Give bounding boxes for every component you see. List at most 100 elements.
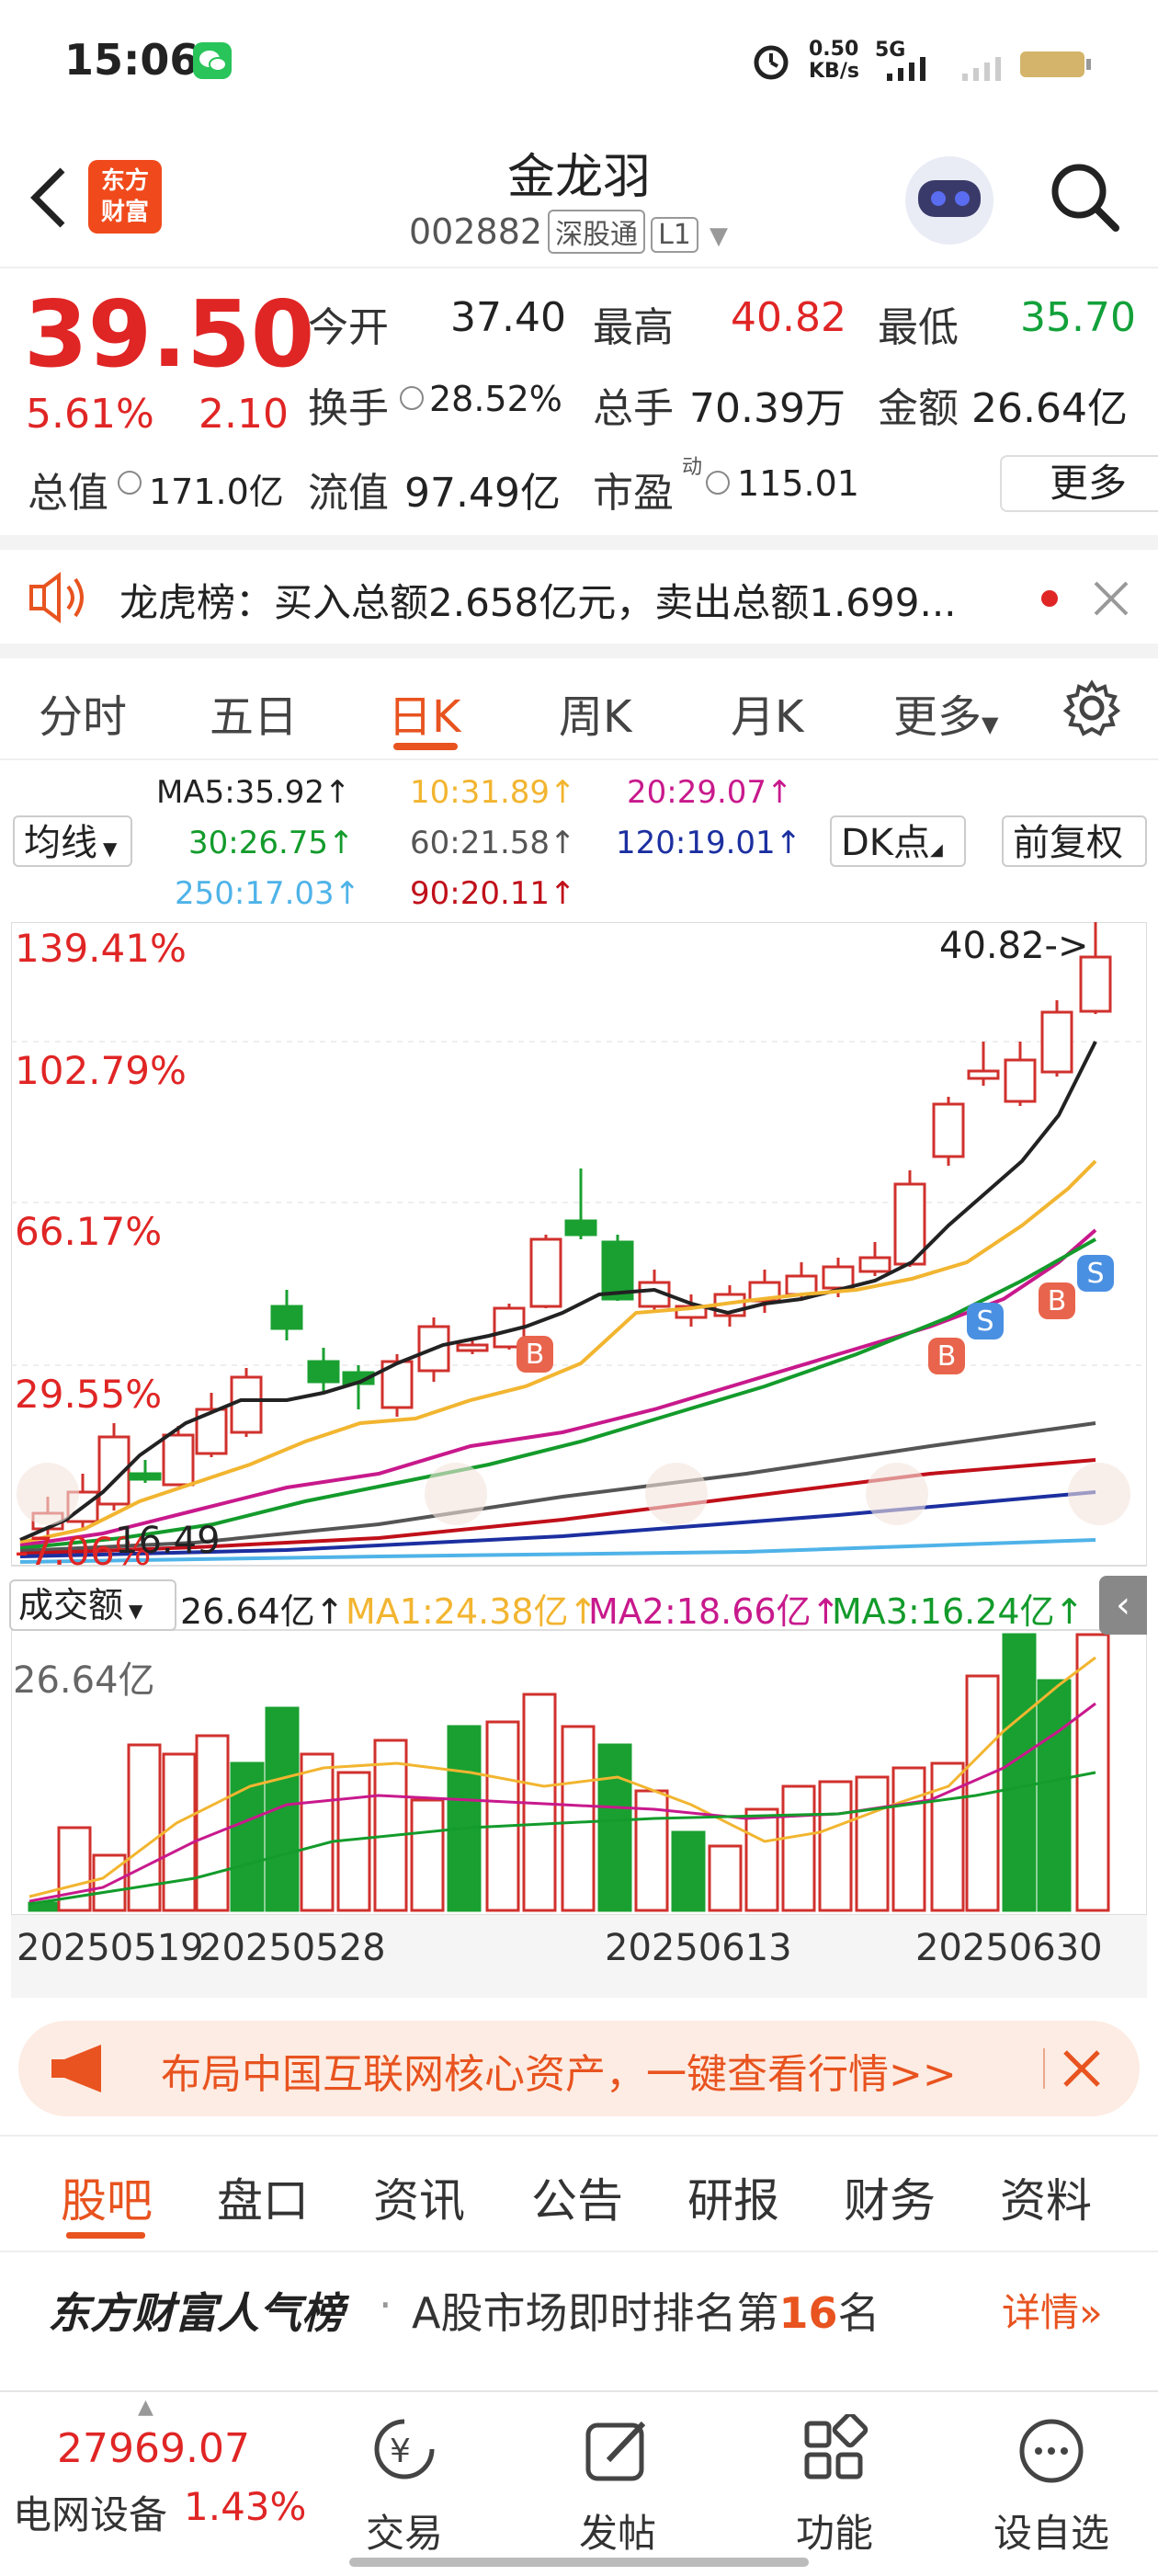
close-icon[interactable] — [1062, 2048, 1102, 2092]
rank-dot: · — [379, 2280, 392, 2330]
status-bar: 15:06 0.50 KB/s 5G — [0, 0, 1158, 129]
high-label: 最高 — [593, 304, 674, 351]
trade-icon[interactable]: ¥ — [368, 2414, 441, 2488]
volume-ma1: MA1:24.38亿↑ — [346, 1591, 598, 1632]
stock-code: 002882 — [409, 211, 543, 252]
trade-signal-label: B — [526, 1339, 545, 1371]
volume-bar — [671, 1830, 706, 1912]
home-indicator — [349, 2558, 809, 2567]
tab-profile[interactable]: 资料 — [1000, 2164, 1092, 2230]
date-label: 20250613 — [605, 1927, 792, 1969]
ma60-value: 60:21.58↑ — [410, 825, 576, 861]
rank-text: A股市场即时排名第16名 — [412, 2280, 880, 2341]
collapse-arrow-icon[interactable]: ‹ — [1099, 1576, 1147, 1635]
dragon-tiger-notice[interactable]: 龙虎榜：买入总额2.658亿元，卖出总额1.699... — [0, 552, 1158, 644]
ma120-value: 120:19.01↑ — [616, 825, 802, 861]
info-icon[interactable] — [706, 471, 730, 495]
caret-down-icon: ▼ — [103, 838, 118, 860]
trade-signal-label: S — [976, 1305, 993, 1338]
active-tab-indicator — [66, 2232, 145, 2239]
net-speed: 0.50 KB/s — [809, 39, 859, 83]
low-price-marker: 16.49 — [115, 1520, 221, 1562]
double-chevron-right-icon: » — [1079, 2290, 1103, 2335]
volume-selector[interactable]: 成交额 ▼ — [9, 1579, 176, 1631]
candlestick — [456, 1343, 489, 1352]
assistant-robot-icon[interactable] — [905, 156, 993, 245]
nav-post[interactable]: 发帖 — [544, 2502, 691, 2559]
rank-text-pre: A股市场即时排名第 — [412, 2288, 779, 2338]
candlestick — [785, 1274, 818, 1296]
close-icon[interactable] — [1092, 579, 1130, 621]
volume-bar — [195, 1734, 230, 1912]
ma30-value: 30:26.75↑ — [188, 825, 355, 861]
volume-bar — [708, 1844, 743, 1912]
tab-five-day[interactable]: 五日 — [210, 680, 298, 745]
nav-features[interactable]: 功能 — [761, 2502, 908, 2559]
rank-text-post: 名 — [837, 2288, 880, 2338]
rank-detail-link[interactable]: 详情» — [1002, 2282, 1103, 2338]
sector-change: 1.43% — [184, 2484, 307, 2529]
popularity-rank[interactable]: 东方财富人气榜 · A股市场即时排名第16名 详情» — [0, 2251, 1158, 2372]
nav-add-watchlist[interactable]: 设自选 — [978, 2502, 1125, 2559]
tab-guba[interactable]: 股吧 — [61, 2164, 153, 2230]
info-icon[interactable] — [118, 471, 142, 495]
low-value: 35.70 — [1020, 294, 1136, 341]
post-edit-icon[interactable] — [581, 2414, 654, 2488]
y-axis-label: 139.41% — [15, 926, 187, 971]
tab-intraday[interactable]: 分时 — [39, 680, 127, 745]
tab-daily-k[interactable]: 日K — [388, 680, 460, 745]
volume-amount: 26.64亿↑ — [180, 1591, 345, 1632]
candlestick — [822, 1265, 855, 1290]
signal-icon — [878, 55, 942, 86]
tab-weekly-k[interactable]: 周K — [559, 680, 631, 745]
tab-orderbook[interactable]: 盘口 — [217, 2164, 309, 2230]
market-cap-value: 171.0亿 — [149, 472, 284, 512]
candlestick — [858, 1256, 891, 1273]
adjust-selector[interactable]: 前复权 — [1002, 815, 1147, 867]
kline-period-tabs: 分时 五日 日K 周K 月K 更多▼ — [0, 657, 1158, 760]
open-label: 今开 — [308, 304, 389, 351]
more-quote-button[interactable]: 更多 — [1000, 455, 1158, 512]
rank-detail-label: 详情 — [1002, 2290, 1080, 2335]
volume-label: 总手 — [593, 385, 674, 432]
turnover-value: 28.52% — [429, 379, 562, 419]
add-watchlist-icon[interactable] — [1015, 2414, 1088, 2488]
search-icon[interactable] — [1048, 160, 1121, 234]
candlestick — [529, 1237, 562, 1308]
chart-nav-control — [866, 1463, 928, 1525]
speaker-icon — [26, 570, 90, 629]
tab-news[interactable]: 资讯 — [373, 2164, 465, 2230]
sector-name[interactable]: 电网设备 — [13, 2484, 167, 2540]
candlestick — [932, 1102, 965, 1158]
stock-code-row[interactable]: 002882 深股通 L1 ▼ — [409, 210, 728, 254]
volume-bar — [597, 1743, 632, 1912]
info-icon[interactable] — [400, 386, 424, 410]
promo-banner[interactable]: 布局中国互联网核心资产，一键查看行情>> — [18, 2021, 1140, 2116]
sector-index-value[interactable]: 27969.07 — [57, 2425, 250, 2472]
float-cap-value: 97.49亿 — [404, 470, 561, 517]
ma-line-selector[interactable]: 均线 ▼ — [13, 815, 132, 867]
volume-bar — [373, 1738, 408, 1912]
volume-bar — [162, 1752, 197, 1912]
tab-more[interactable]: 更多▼ — [893, 680, 998, 745]
change-amount: 2.10 — [199, 391, 289, 438]
settings-gear-icon[interactable] — [1062, 678, 1122, 742]
features-grid-icon[interactable] — [798, 2411, 871, 2488]
tab-financials[interactable]: 财务 — [844, 2164, 936, 2230]
change-percent: 5.61% — [26, 391, 154, 438]
dk-point-selector[interactable]: DK点◢ — [830, 815, 966, 867]
pe-value: 115.01 — [737, 463, 859, 504]
divider — [0, 644, 1158, 658]
tab-monthly-k[interactable]: 月K — [731, 680, 803, 745]
turnover-label: 换手 — [308, 385, 389, 432]
index-collapse-icon[interactable]: ▲ — [138, 2396, 153, 2419]
volume-axis-max: 26.64亿 — [13, 1659, 155, 1702]
ma-selector-label: 均线 — [24, 822, 97, 864]
nav-trade[interactable]: 交易 — [331, 2502, 478, 2559]
tab-research[interactable]: 研报 — [687, 2164, 779, 2230]
info-tabs: 股吧 盘口 资讯 公告 研报 财务 资料 — [0, 2135, 1158, 2247]
current-price: 39.50 — [24, 280, 315, 388]
candlestick — [129, 1472, 162, 1481]
trade-signal-label: B — [1048, 1285, 1067, 1317]
tab-announcements[interactable]: 公告 — [531, 2164, 623, 2230]
